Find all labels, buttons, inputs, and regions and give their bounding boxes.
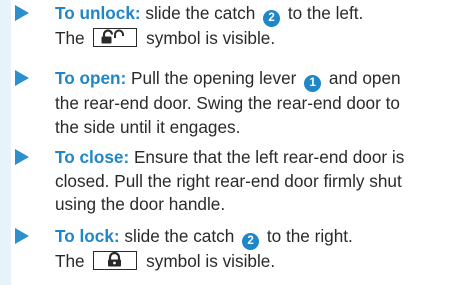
callout-number-badge: 2 (263, 10, 281, 27)
step-line: To lock: slide the catch 2 to the right. (55, 225, 448, 250)
step-text: To unlock: slide the catch 2 to the left… (55, 2, 448, 51)
step-line: To unlock: slide the catch 2 to the left… (55, 2, 448, 27)
step-line1-text: slide the catch (140, 3, 261, 23)
step-line: To close: Ensure that the left rear-end … (55, 146, 448, 170)
step-line1-end: and open (324, 68, 401, 88)
step-text: To open: Pull the opening lever 1 and op… (55, 67, 448, 139)
locked-padlock-icon (93, 251, 138, 270)
step-line: The symbol is visible. (55, 250, 448, 274)
step-line1-text: slide the catch (119, 226, 240, 246)
step-text: To close: Ensure that the left rear-end … (55, 146, 448, 217)
callout-number-badge: 2 (242, 233, 260, 250)
step-arrow-icon (15, 228, 29, 244)
step-line2-post: symbol is visible. (141, 28, 276, 48)
step-line: To open: Pull the opening lever 1 and op… (55, 67, 448, 92)
sidebar-bar (0, 0, 11, 285)
callout-number-badge: 1 (304, 75, 322, 92)
step-line1-text: Ensure that the left rear-end door is (129, 147, 405, 167)
step-line1-end: to the right. (262, 226, 353, 246)
step-arrow-icon (15, 149, 29, 165)
step-line1-text: Pull the opening lever (126, 68, 302, 88)
step-arrow-icon (15, 5, 29, 21)
step-line: closed. Pull the right rear-end door fir… (55, 170, 402, 191)
step-line2-post: symbol is visible. (141, 251, 276, 271)
step-line2-pre: The (55, 251, 90, 271)
step-line: the rear-end door. Swing the rear-end do… (55, 93, 400, 113)
step-line: using the door handle. (55, 194, 226, 214)
step-text: To lock: slide the catch 2 to the right.… (55, 225, 448, 274)
step-line: the side until it engages. (55, 116, 241, 137)
step-arrow-icon (15, 70, 29, 86)
unlocked-padlock-icon (93, 28, 138, 47)
step-label: To lock: (55, 226, 120, 246)
step-line2-pre: The (55, 28, 90, 48)
step-label: To close: (55, 147, 130, 167)
step-line: The symbol is visible. (55, 27, 448, 51)
step-label: To unlock: (55, 3, 141, 23)
step-label: To open: (55, 68, 127, 88)
step-line1-end: to the left. (283, 3, 364, 23)
